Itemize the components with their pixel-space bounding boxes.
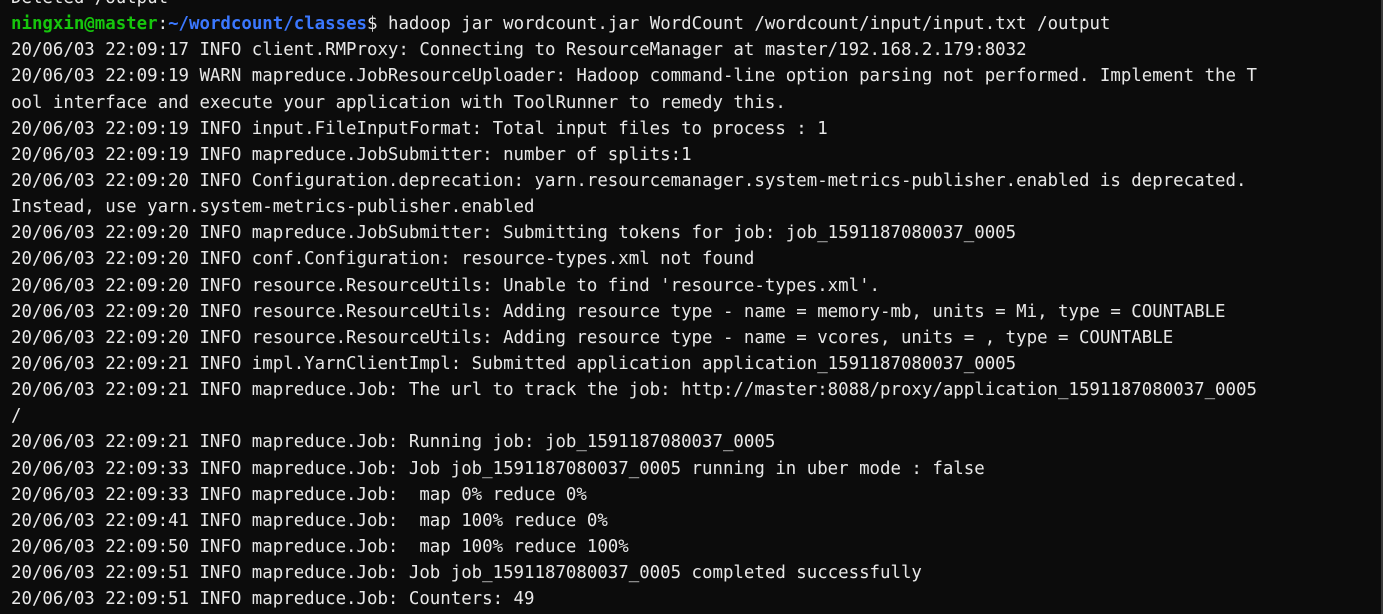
log-line: 20/06/03 22:09:21 INFO mapreduce.Job: Ru… xyxy=(11,432,776,453)
log-line: 20/06/03 22:09:20 INFO resource.Resource… xyxy=(11,275,881,296)
log-line: 20/06/03 22:09:19 INFO mapreduce.JobSubm… xyxy=(11,144,692,165)
log-line: 20/06/03 22:09:21 INFO impl.YarnClientIm… xyxy=(11,353,1017,374)
command-text: hadoop jar wordcount.jar WordCount /word… xyxy=(387,14,1111,35)
log-line: 20/06/03 22:09:41 INFO mapreduce.Job: ma… xyxy=(11,510,608,531)
log-output: 20/06/03 22:09:17 INFO client.RMProxy: C… xyxy=(11,37,1371,612)
terminal-output: Deleted /output ningxin@master:~/wordcou… xyxy=(11,0,1371,612)
log-line: 20/06/03 22:09:20 INFO conf.Configuratio… xyxy=(11,249,755,270)
log-line: 20/06/03 22:09:19 WARN mapreduce.JobReso… xyxy=(11,66,1257,87)
log-line: 20/06/03 22:09:20 INFO mapreduce.JobSubm… xyxy=(11,223,1017,244)
log-line: 20/06/03 22:09:21 INFO mapreduce.Job: Th… xyxy=(11,380,1257,401)
log-line: 20/06/03 22:09:19 INFO input.FileInputFo… xyxy=(11,118,828,139)
terminal-window[interactable]: Deleted /output ningxin@master:~/wordcou… xyxy=(0,0,1383,614)
prompt-separator: : xyxy=(157,14,169,35)
log-line: 20/06/03 22:09:20 INFO resource.Resource… xyxy=(11,327,1174,348)
log-line: 20/06/03 22:09:20 INFO Configuration.dep… xyxy=(11,170,1247,191)
log-line: 20/06/03 22:09:20 INFO resource.Resource… xyxy=(11,301,1226,322)
prompt-symbol: $ xyxy=(367,14,388,35)
log-line: / xyxy=(11,406,22,427)
previous-output-line: Deleted /output xyxy=(11,0,1371,11)
log-line: 20/06/03 22:09:51 INFO mapreduce.Job: Jo… xyxy=(11,563,922,584)
log-line: 20/06/03 22:09:51 INFO mapreduce.Job: Co… xyxy=(11,589,535,610)
log-line: 20/06/03 22:09:17 INFO client.RMProxy: C… xyxy=(11,40,1027,61)
prompt-path: ~/wordcount/classes xyxy=(168,14,368,35)
log-line: Instead, use yarn.system-metrics-publish… xyxy=(11,197,535,218)
prompt-user-host: ningxin@master xyxy=(11,14,158,35)
log-line: 20/06/03 22:09:33 INFO mapreduce.Job: Jo… xyxy=(11,458,985,479)
command-prompt-line: ningxin@master:~/wordcount/classes$ hado… xyxy=(11,11,1371,37)
log-line: ool interface and execute your applicati… xyxy=(11,92,786,113)
log-line: 20/06/03 22:09:33 INFO mapreduce.Job: ma… xyxy=(11,484,587,505)
log-line: 20/06/03 22:09:50 INFO mapreduce.Job: ma… xyxy=(11,536,629,557)
